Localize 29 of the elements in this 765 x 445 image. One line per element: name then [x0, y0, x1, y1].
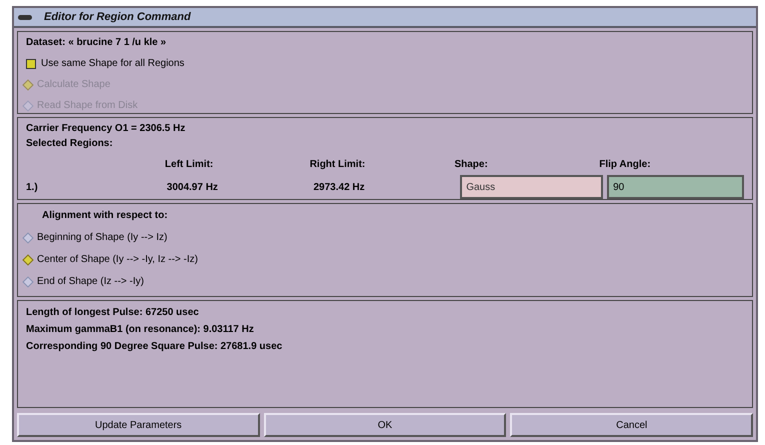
- radio-button[interactable]: [22, 276, 34, 288]
- radio-label: Center of Shape (Iy --> -Iy, Iz --> -Iz): [37, 253, 198, 267]
- info-text: Corresponding 90 Degree Square Pulse: 27681.9 usec: [26, 340, 284, 354]
- flip-angle-field[interactable]: 90: [607, 175, 744, 199]
- dialog-button[interactable]: Cancel: [510, 413, 754, 437]
- column-header: Flip Angle:: [599, 159, 651, 170]
- column-header: Left Limit:: [164, 159, 214, 170]
- dataset-label: Dataset: « brucine 7 1 /u kle »: [26, 36, 168, 50]
- selected-regions-label: Selected Regions:: [26, 137, 114, 151]
- carrier-frequency-text: Carrier Frequency O1 = 2306.5 Hz: [26, 122, 186, 136]
- dialog-button[interactable]: OK: [264, 413, 506, 437]
- radio-button[interactable]: [22, 254, 34, 266]
- table-cell: 1.): [26, 182, 38, 192]
- dialog-button[interactable]: Update Parameters: [17, 413, 260, 437]
- column-header: Shape:: [454, 159, 488, 170]
- checkbox[interactable]: [26, 58, 36, 68]
- table-cell: 3004.97 Hz: [166, 182, 218, 192]
- table-cell: 2973.42 Hz: [314, 182, 365, 192]
- checkbox-label: Use same Shape for all Regions: [41, 57, 184, 71]
- alignment-title: Alignment with respect to:: [42, 209, 169, 223]
- shape-field[interactable]: Gauss: [460, 175, 604, 199]
- radio-button[interactable]: [22, 232, 34, 244]
- column-header: Right Limit:: [310, 159, 366, 170]
- window-title: Editor for Region Command: [44, 10, 191, 25]
- radio-label: End of Shape (Iz --> -Iy): [37, 275, 144, 289]
- radio-label: Beginning of Shape (Iy --> Iz): [37, 231, 168, 245]
- info-text: Length of longest Pulse: 67250 usec: [26, 306, 200, 320]
- info-text: Maximum gammaB1 (on resonance): 9.03117 Hz: [26, 323, 255, 337]
- window-menu-icon[interactable]: [18, 14, 32, 20]
